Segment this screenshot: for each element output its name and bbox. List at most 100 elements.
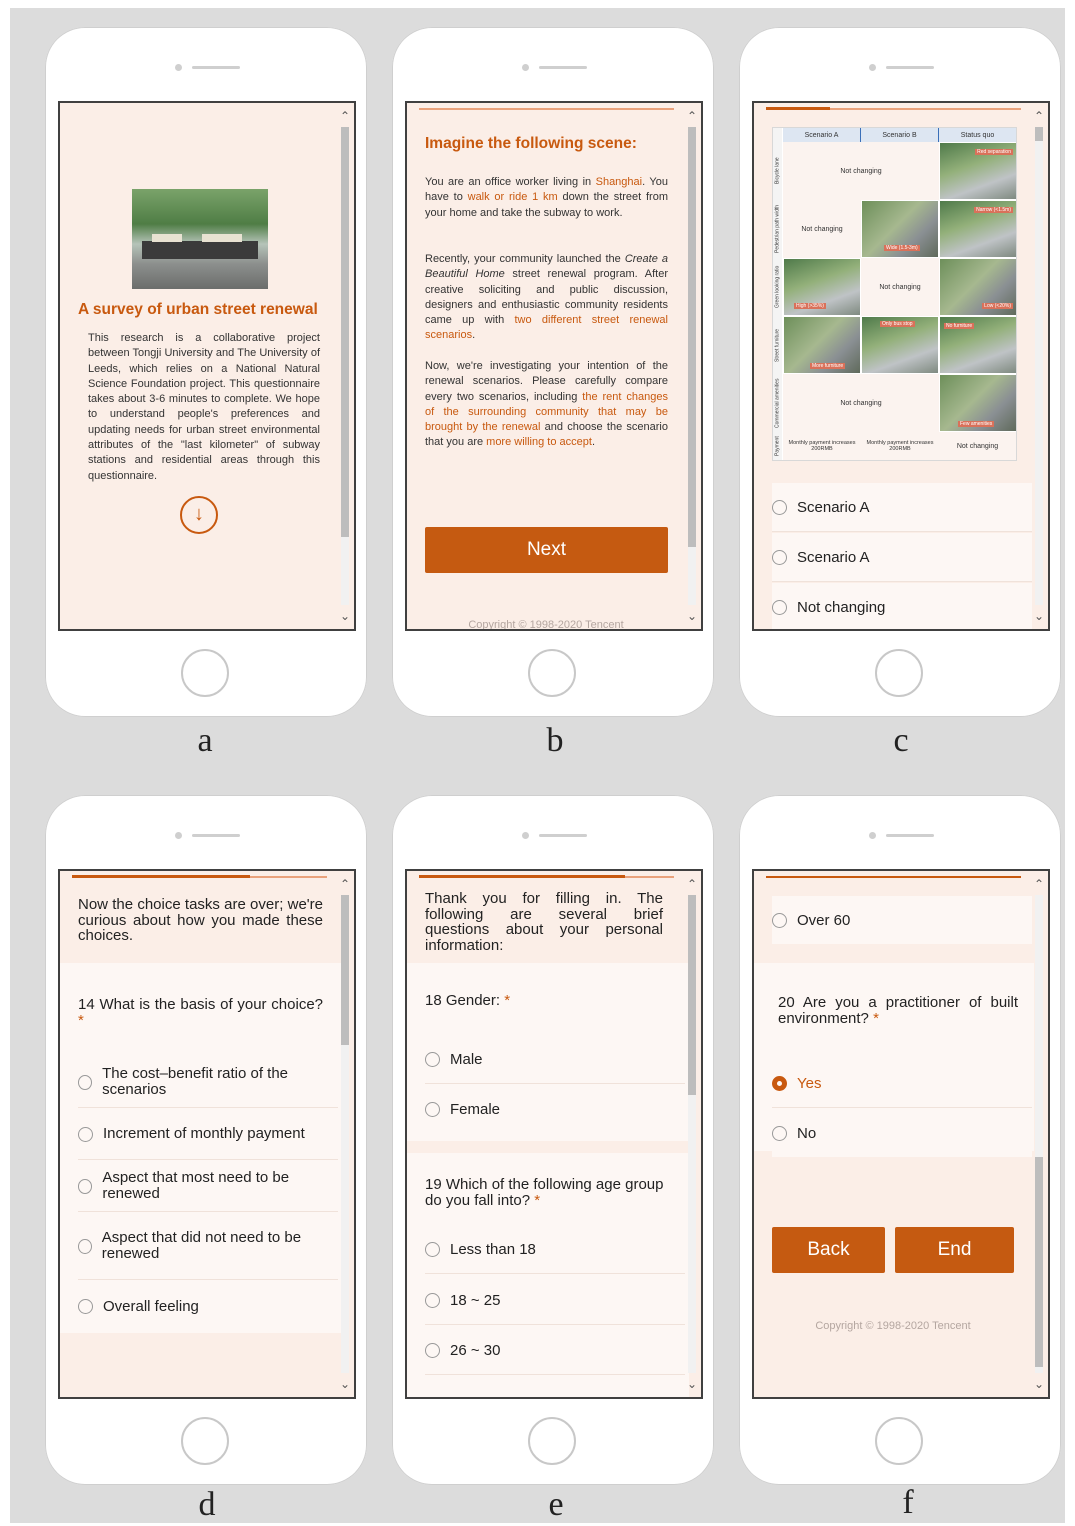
scroll-thumb[interactable] (341, 895, 349, 1045)
radio-button[interactable] (772, 1125, 787, 1141)
column-header-a: Scenario A (783, 128, 861, 142)
option-over-60[interactable]: Over 60 (772, 896, 1032, 944)
option-age-18-25[interactable]: 18 ~ 25 (425, 1276, 685, 1325)
question-text: 20 Are you a practitioner of built envir… (778, 994, 1018, 1027)
scroll-thumb[interactable] (688, 127, 696, 547)
row-label-commercial: Commercial amenities (774, 378, 781, 428)
home-button[interactable] (528, 649, 576, 697)
scroll-up-arrow-icon[interactable]: ⌃ (338, 877, 352, 891)
home-button[interactable] (181, 649, 229, 697)
row-label-pedestrian: Pedestrian path width (774, 204, 781, 254)
column-header-b: Scenario B (861, 128, 939, 142)
option-most-need[interactable]: Aspect that most need to be renewed (78, 1161, 338, 1212)
cell-photo: Only bus stop (862, 317, 938, 373)
screen-d: Now the choice tasks are over; we're cur… (58, 869, 356, 1399)
option-age-26-30[interactable]: 26 ~ 30 (425, 1326, 685, 1375)
option-label: Aspect that most need to be renewed (102, 1169, 290, 1202)
scrollbar[interactable]: ⌃ ⌄ (685, 877, 699, 1391)
scroll-up-arrow-icon[interactable]: ⌃ (685, 109, 699, 123)
radio-button-selected[interactable] (772, 1075, 787, 1091)
back-button[interactable]: Back (772, 1227, 885, 1273)
option-no[interactable]: No (772, 1109, 1032, 1157)
speaker-slot (539, 66, 587, 69)
radio-button[interactable] (78, 1126, 93, 1142)
scroll-thumb[interactable] (1035, 127, 1043, 141)
scrollbar[interactable]: ⌃ ⌄ (338, 109, 352, 623)
radio-button[interactable] (772, 912, 787, 928)
radio-button[interactable] (78, 1238, 92, 1254)
scroll-down-arrow-icon[interactable]: ⌄ (685, 609, 699, 623)
scroll-down-arrow-icon[interactable]: ⌄ (338, 1377, 352, 1391)
screen-e: Thank you for filling in. The following … (405, 869, 703, 1399)
radio-button[interactable] (425, 1342, 440, 1358)
radio-button[interactable] (78, 1298, 93, 1314)
panel-label-a: a (197, 722, 213, 759)
scroll-up-arrow-icon[interactable]: ⌃ (338, 109, 352, 123)
phone-a: A survey of urban street renewal This re… (45, 27, 367, 717)
option-scenario-a[interactable]: Scenario A (772, 533, 1032, 582)
scroll-thumb[interactable] (1035, 1157, 1043, 1367)
radio-button[interactable] (78, 1178, 93, 1194)
radio-button[interactable] (425, 1101, 440, 1117)
question-20: 20 Are you a practitioner of built envir… (778, 995, 1018, 1027)
home-button[interactable] (875, 1417, 923, 1465)
option-monthly-payment[interactable]: Increment of monthly payment (78, 1109, 338, 1160)
scroll-down-arrow-icon[interactable]: ⌄ (1032, 1377, 1046, 1391)
scroll-up-arrow-icon[interactable]: ⌃ (1032, 109, 1046, 123)
scroll-down-arrow-icon[interactable]: ⌄ (1032, 609, 1046, 623)
end-button[interactable]: End (895, 1227, 1014, 1273)
option-cost-benefit[interactable]: The cost–benefit ratio of the scenarios (78, 1057, 338, 1108)
question-14: 14 What is the basis of your choice? * (78, 997, 323, 1029)
cell-payment-b: Monthly payment increases 200RMB (861, 432, 939, 460)
option-yes[interactable]: Yes (772, 1059, 1032, 1108)
scroll-thumb[interactable] (688, 895, 696, 1095)
option-age-under-18[interactable]: Less than 18 (425, 1225, 685, 1274)
option-female[interactable]: Female (425, 1085, 685, 1133)
scroll-thumb[interactable] (341, 127, 349, 537)
radio-button[interactable] (772, 549, 787, 565)
scroll-track (688, 895, 696, 1373)
home-button[interactable] (528, 1417, 576, 1465)
scrollbar[interactable]: ⌃ ⌄ (1032, 109, 1046, 623)
radio-button[interactable] (425, 1051, 440, 1067)
radio-button[interactable] (772, 599, 787, 615)
home-button[interactable] (875, 649, 923, 697)
scroll-up-arrow-icon[interactable]: ⌃ (685, 877, 699, 891)
progress-bar (766, 876, 1021, 878)
option-label: Yes (797, 1074, 822, 1092)
option-not-changing[interactable]: Not changing (772, 583, 1032, 629)
phone-e: Thank you for filling in. The following … (392, 795, 714, 1485)
option-label: Over 60 (797, 911, 851, 929)
scroll-down-icon[interactable]: ↓ (180, 496, 218, 534)
tag-label: More furniture (810, 363, 846, 369)
question-text: 19 Which of the following age group do y… (425, 1176, 664, 1209)
scroll-down-arrow-icon[interactable]: ⌄ (685, 1377, 699, 1391)
radio-button[interactable] (772, 499, 787, 515)
radio-button[interactable] (425, 1292, 440, 1308)
scroll-up-arrow-icon[interactable]: ⌃ (1032, 877, 1046, 891)
option-scenario-a[interactable]: Scenario A (772, 483, 1032, 532)
scrollbar[interactable]: ⌃ ⌄ (1032, 877, 1046, 1391)
scrollbar[interactable]: ⌃ ⌄ (338, 877, 352, 1391)
progress-fill (419, 875, 625, 878)
home-button[interactable] (181, 1417, 229, 1465)
cell-photo: Few amenities (940, 375, 1016, 431)
scroll-track (688, 127, 696, 605)
option-overall-feeling[interactable]: Overall feeling (78, 1281, 338, 1331)
question-text: 18 Gender: (425, 992, 501, 1009)
required-marker: * (504, 992, 511, 1009)
text: . (591, 436, 595, 449)
tag-label: No furniture (944, 323, 975, 329)
option-not-need[interactable]: Aspect that did not need to be renewed (78, 1213, 338, 1280)
next-button[interactable]: Next (425, 527, 668, 573)
scrollbar[interactable]: ⌃ ⌄ (685, 109, 699, 623)
required-marker: * (873, 1010, 879, 1027)
radio-button[interactable] (78, 1074, 93, 1090)
radio-button[interactable] (425, 1241, 440, 1257)
scroll-down-arrow-icon[interactable]: ⌄ (338, 609, 352, 623)
panel-label-c: c (893, 722, 909, 759)
option-male[interactable]: Male (425, 1035, 685, 1084)
tag-label: High (>35%) (794, 303, 826, 309)
option-label: No (797, 1124, 817, 1142)
row-label-furniture: Street furniture (774, 328, 781, 362)
